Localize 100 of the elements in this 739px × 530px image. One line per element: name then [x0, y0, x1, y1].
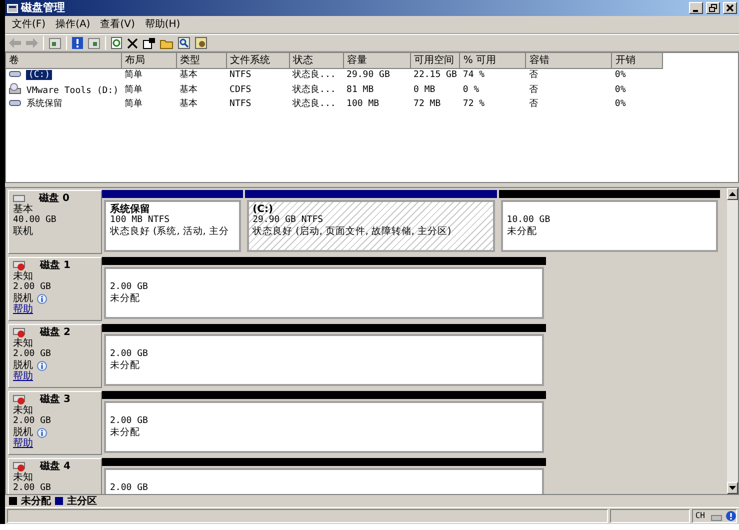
drive-icon — [9, 100, 21, 106]
partition-size: 100 MB NTFS — [110, 215, 171, 226]
partition-panel[interactable]: 2.00 GB 未分配 — [104, 401, 544, 453]
table-cell: 基本 — [180, 99, 198, 109]
partition-name: (C:) — [252, 204, 274, 215]
folder-icon[interactable] — [160, 38, 173, 48]
drive-icon — [9, 71, 21, 77]
disk-label-panel[interactable]: 磁盘 4 未知 2.00 GB — [8, 458, 102, 494]
window-icon — [7, 3, 18, 13]
disk-name: 磁盘 2 — [40, 327, 70, 338]
help-link[interactable]: 帮助 — [13, 371, 97, 382]
table-cell: 状态良... — [292, 84, 336, 94]
disk-size: 2.00 GB — [13, 349, 52, 360]
scroll-down-button[interactable] — [727, 482, 738, 494]
up-arrow-icon — [729, 192, 736, 196]
table-cell: 状态良... — [292, 70, 336, 80]
partition-panel[interactable]: 2.00 GB — [104, 468, 544, 494]
restore-icon — [709, 4, 717, 12]
disk-name: 磁盘 0 — [39, 193, 70, 204]
help-link[interactable]: 帮助 — [13, 438, 97, 449]
volume-name[interactable]: (C:) — [26, 70, 52, 80]
table-cell: 基本 — [180, 84, 198, 94]
refresh-icon[interactable] — [111, 37, 122, 49]
disk-type: 未知 — [13, 271, 34, 282]
column-header[interactable]: 容错 — [526, 53, 612, 68]
partition-panel[interactable]: (C:) 29.90 GB NTFS 状态良好 (启动, 页面文件, 故障转储, 主分区) — [246, 200, 495, 252]
disk-label-panel[interactable]: 磁盘 1 未知 2.00 GB 脱机 帮助 — [8, 257, 102, 321]
disk-size: 40.00 GB — [13, 215, 58, 226]
disk-name: 磁盘 4 — [40, 461, 70, 472]
disk-status: 脱机 — [13, 427, 33, 438]
table-cell: 0% — [614, 84, 626, 94]
table-cell: 0 % — [462, 84, 480, 94]
panel-icon[interactable] — [88, 38, 100, 48]
table-cell: 否 — [528, 70, 538, 80]
help-link[interactable]: 帮助 — [13, 304, 97, 315]
partition-name: 系统保留 — [110, 204, 151, 215]
column-header[interactable]: % 可用 — [460, 53, 526, 68]
volume-name[interactable]: VMware Tools (D:) — [26, 86, 119, 96]
table-cell: 72 MB — [414, 99, 441, 109]
column-header[interactable]: 文件系统 — [226, 53, 290, 68]
partition-size: 2.00 GB — [110, 349, 149, 360]
partition-status: 未分配 — [506, 226, 538, 237]
restore-button[interactable] — [706, 2, 720, 14]
delete-icon[interactable] — [127, 38, 138, 48]
partition-panel[interactable]: 系统保留 100 MB NTFS 状态良好 (系统, 活动, 主分 — [104, 200, 241, 252]
column-header[interactable]: 类型 — [176, 53, 227, 68]
menu-item[interactable]: 帮助(H) — [142, 17, 184, 32]
table-cell: 74 % — [462, 70, 485, 80]
cd-drive-icon — [9, 82, 21, 94]
column-header[interactable]: 卷 — [6, 53, 122, 68]
partition-status: 状态良好 (系统, 活动, 主分 — [110, 226, 230, 237]
table-cell: 0% — [614, 70, 626, 80]
table-cell: 基本 — [180, 70, 198, 80]
table-cell: CDFS — [230, 84, 252, 94]
info-icon[interactable] — [37, 360, 47, 370]
minimize-button[interactable] — [689, 2, 703, 14]
disk-label-panel[interactable]: 磁盘 0 基本 40.00 GB 联机 — [8, 190, 102, 254]
table-cell: 29.90 GB — [346, 70, 390, 80]
disk-type: 未知 — [13, 405, 34, 416]
column-header[interactable]: 布局 — [122, 53, 177, 68]
disk-status: 脱机 — [13, 293, 33, 304]
info-icon[interactable] — [37, 294, 47, 304]
volume-name[interactable]: 系统保留 — [26, 99, 62, 109]
partition-status: 未分配 — [110, 427, 141, 438]
column-header[interactable]: 开销 — [612, 53, 663, 68]
partition-panel[interactable]: 10.00 GB 未分配 — [500, 200, 718, 252]
disk-type: 基本 — [13, 204, 34, 215]
column-header[interactable]: 状态 — [290, 53, 344, 68]
partition-size: 2.00 GB — [110, 483, 149, 494]
close-button[interactable] — [723, 2, 737, 14]
table-cell: 81 MB — [346, 84, 374, 94]
disk-name: 磁盘 3 — [40, 394, 70, 405]
partition-panel[interactable]: 2.00 GB 未分配 — [104, 267, 544, 319]
menu-item[interactable]: 操作(A) — [52, 17, 94, 32]
table-cell: 22.15 GB — [414, 70, 457, 80]
partition-status: 状态良好 (启动, 页面文件, 故障转储, 主分区) — [252, 226, 452, 237]
menu-item[interactable]: 文件(F) — [9, 17, 49, 32]
disk-name: 磁盘 1 — [40, 260, 70, 271]
close-icon — [726, 4, 734, 12]
column-header[interactable]: 可用空间 — [410, 53, 460, 68]
table-cell: 简单 — [124, 99, 143, 109]
legend-label: 未分配 — [21, 494, 51, 508]
menu-item[interactable]: 查看(V) — [97, 17, 138, 32]
info-icon[interactable] — [37, 428, 47, 438]
properties-icon[interactable] — [143, 38, 155, 48]
partition-status: 未分配 — [110, 360, 141, 371]
partition-size: 29.90 GB NTFS — [252, 215, 324, 226]
partition-panel[interactable]: 2.00 GB 未分配 — [104, 334, 544, 386]
disk-status: 联机 — [13, 226, 33, 237]
disk-label-panel[interactable]: 磁盘 2 未知 2.00 GB 脱机 帮助 — [8, 324, 102, 388]
column-header[interactable]: 容量 — [344, 53, 411, 68]
disk-label-panel[interactable]: 磁盘 3 未知 2.00 GB 脱机 帮助 — [8, 391, 102, 455]
disk-status: 脱机 — [13, 360, 33, 371]
table-cell: 0 MB — [414, 84, 436, 94]
magnifier-icon[interactable] — [178, 37, 190, 49]
panel-icon[interactable] — [49, 38, 61, 48]
table-cell: NTFS — [230, 70, 252, 80]
table-cell: 简单 — [124, 84, 143, 94]
scroll-up-button[interactable] — [727, 188, 738, 200]
down-arrow-icon — [729, 486, 736, 490]
